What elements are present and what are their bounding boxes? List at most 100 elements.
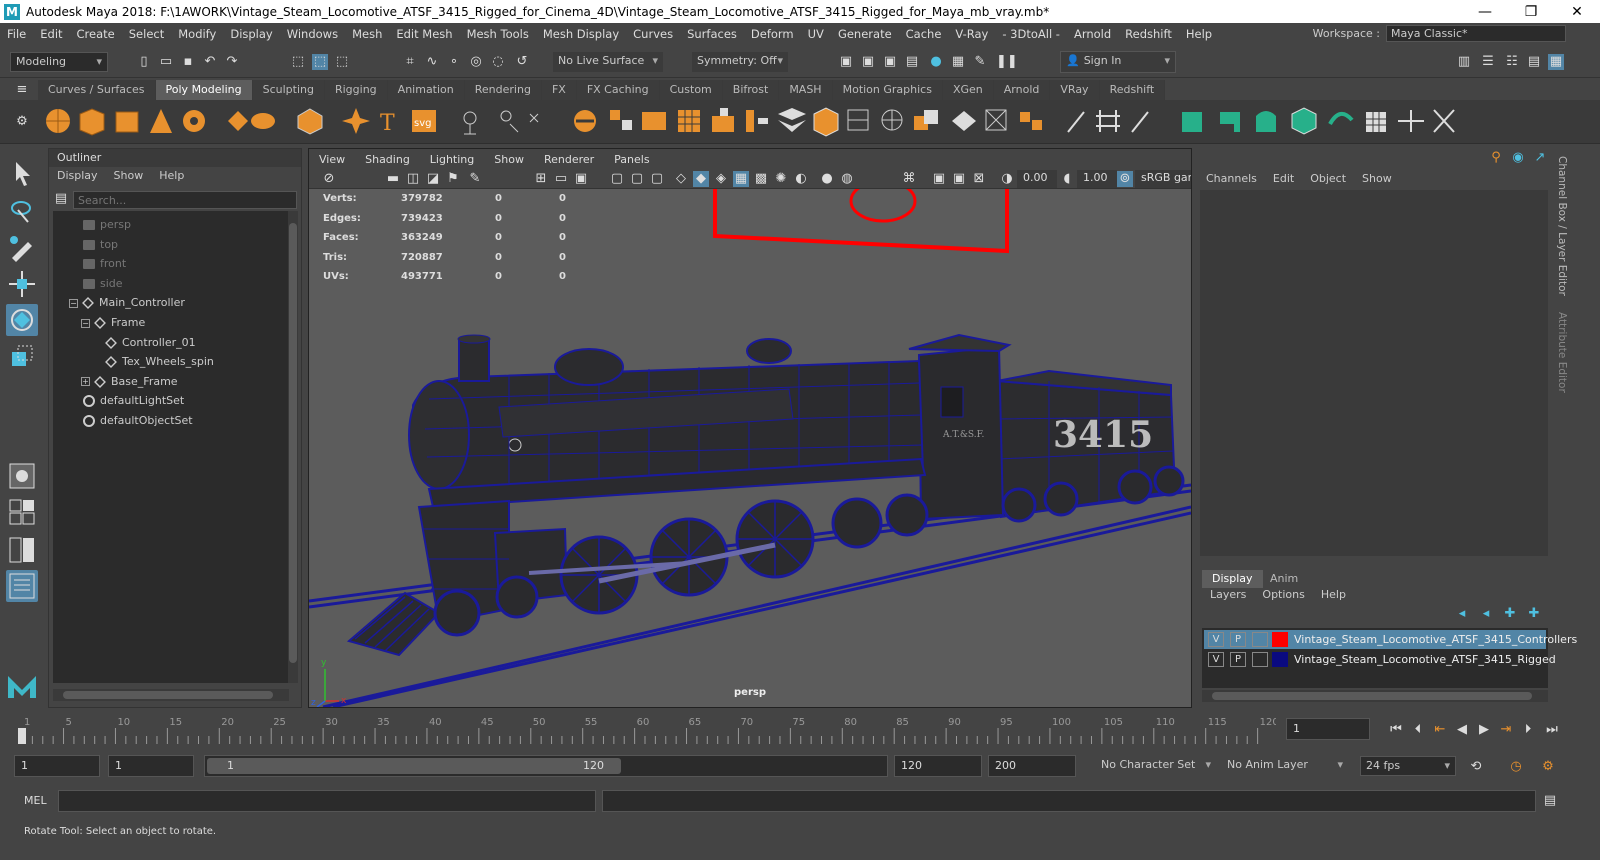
snap-view-icon[interactable]: ◎ <box>468 54 484 70</box>
outliner-item-base-frame[interactable]: + Base_Frame <box>81 372 178 391</box>
render-sequence-icon[interactable]: ▣ <box>860 54 876 70</box>
menu-cache[interactable]: Cache <box>899 27 949 41</box>
menu-edit[interactable]: Edit <box>33 27 69 41</box>
save-scene-icon[interactable]: ▪ <box>180 54 196 70</box>
expand-toggle-icon[interactable]: − <box>69 298 78 308</box>
shadows-icon[interactable]: ● <box>819 171 835 187</box>
gamma-icon[interactable]: ◖ <box>1059 171 1075 187</box>
new-layer-selected-icon[interactable]: ✚ <box>1526 606 1542 622</box>
smooth-shading-icon[interactable]: ◆ <box>693 171 709 187</box>
layer-menu-help[interactable]: Help <box>1321 588 1346 601</box>
menu-windows[interactable]: Windows <box>280 27 345 41</box>
outliner-item-front[interactable]: front <box>83 254 126 273</box>
outliner-vertical-scrollbar[interactable] <box>288 211 298 683</box>
camera-attributes-icon[interactable]: ▬ <box>385 171 401 187</box>
textured-icon[interactable]: ✺ <box>773 171 789 187</box>
step-forward-key-icon[interactable]: ⇥ <box>1498 722 1514 738</box>
shelf-tab-mash[interactable]: MASH <box>779 80 833 100</box>
channel-box-edit-icon[interactable]: ↗ <box>1532 150 1548 166</box>
menu-uv[interactable]: UV <box>801 27 831 41</box>
anim-layer-dropdown[interactable]: No Anim Layer <box>1222 756 1348 776</box>
layer-playback-toggle[interactable]: P <box>1230 632 1246 647</box>
scene-end-field[interactable]: 200 <box>988 755 1076 777</box>
outliner-item-frame[interactable]: − Frame <box>81 313 145 332</box>
side-by-side-layout-icon[interactable] <box>6 534 38 566</box>
scene-start-field[interactable]: 1 <box>14 755 100 777</box>
field-chart-icon[interactable]: ▢ <box>649 171 665 187</box>
layer-row[interactable]: V P Vintage_Steam_Locomotive_ATSF_3415_Con… <box>1204 630 1577 649</box>
channel-box-toggle-icon[interactable]: ▤ <box>1526 54 1542 70</box>
snap-options-icon[interactable]: ↺ <box>514 54 530 70</box>
outliner-item-persp[interactable]: persp <box>83 215 131 234</box>
channel-menu-channels[interactable]: Channels <box>1206 172 1257 185</box>
play-forwards-icon[interactable]: ▶ <box>1476 722 1492 738</box>
render-frame-icon[interactable]: ▣ <box>838 54 854 70</box>
mel-label[interactable]: MEL <box>24 794 47 807</box>
script-editor-icon[interactable]: ▤ <box>1542 793 1558 809</box>
channel-box-key-icon[interactable]: ⚲ <box>1488 150 1504 166</box>
two-d-pan-icon[interactable]: ⚑ <box>445 171 461 187</box>
auto-key-icon[interactable]: ◷ <box>1508 759 1524 775</box>
menu-display[interactable]: Display <box>223 27 279 41</box>
outliner-item-tex-wheels-spin[interactable]: Tex_Wheels_spin <box>105 352 214 371</box>
ipr-render-icon[interactable]: ▣ <box>882 54 898 70</box>
shelf-tab-xgen[interactable]: XGen <box>942 80 994 100</box>
layer-visibility-toggle[interactable]: V <box>1208 632 1224 647</box>
outliner-item-defaultlightset[interactable]: defaultLightSet <box>83 391 184 410</box>
view-transform-field[interactable]: sRGB gamma <box>1135 170 1191 188</box>
menu-generate[interactable]: Generate <box>831 27 899 41</box>
layer-playback-toggle[interactable]: P <box>1230 652 1246 667</box>
shelf-tab-custom[interactable]: Custom <box>659 80 723 100</box>
shelf-tab-vray[interactable]: VRay <box>1050 80 1100 100</box>
grease-pencil-icon[interactable]: ✎ <box>467 171 483 187</box>
isolate-select-icon[interactable]: ⌘ <box>901 171 917 187</box>
outliner-item-controller-01[interactable]: Controller_01 <box>105 333 196 352</box>
four-pane-layout-icon[interactable] <box>6 496 38 528</box>
attribute-editor-icon[interactable]: ☰ <box>1480 54 1496 70</box>
snap-grid-icon[interactable]: ⌗ <box>402 54 418 70</box>
paint-select-tool-icon[interactable] <box>6 232 38 264</box>
outliner-filter-icon[interactable]: ▤ <box>53 191 69 207</box>
playback-end-field[interactable]: 120 <box>894 755 982 777</box>
menu-edit-mesh[interactable]: Edit Mesh <box>389 27 459 41</box>
current-frame-field[interactable]: 1 <box>1286 718 1370 740</box>
render-settings-icon[interactable]: ▤ <box>904 54 920 70</box>
viewport-menu-panels[interactable]: Panels <box>604 153 659 166</box>
select-object-icon[interactable]: ⬚ <box>312 54 328 70</box>
xray-components-icon[interactable]: ⊠ <box>971 171 987 187</box>
layer-menu-options[interactable]: Options <box>1262 588 1304 601</box>
select-component-icon[interactable]: ⬚ <box>334 54 350 70</box>
outliner-menu-help[interactable]: Help <box>159 169 184 182</box>
layer-tab-anim[interactable]: Anim <box>1260 570 1308 588</box>
lasso-tool-icon[interactable] <box>6 196 38 228</box>
playback-start-field[interactable]: 1 <box>108 755 194 777</box>
channel-menu-edit[interactable]: Edit <box>1273 172 1294 185</box>
menu-redshift[interactable]: Redshift <box>1118 27 1179 41</box>
step-forward-frame-icon[interactable]: ⏵ <box>1520 722 1536 738</box>
undo-icon[interactable]: ↶ <box>202 54 218 70</box>
sign-in-button[interactable]: 👤 Sign In <box>1060 51 1176 73</box>
snap-point-icon[interactable]: ∘ <box>446 54 462 70</box>
time-ruler[interactable]: 1 5 10 15 20 25 30 35 40 45 50 55 60 65 70 75 80 85 90 95 10… <box>14 714 1276 744</box>
outliner-menu-show[interactable]: Show <box>114 169 144 182</box>
go-to-end-icon[interactable]: ⏭ <box>1544 722 1560 738</box>
go-to-start-icon[interactable]: ⏮ <box>1388 722 1404 738</box>
outliner-item-defaultobjectset[interactable]: defaultObjectSet <box>83 411 193 430</box>
snap-curve-icon[interactable]: ∿ <box>424 54 440 70</box>
range-slider-handle[interactable] <box>207 758 621 774</box>
outliner-item-main-controller[interactable]: − Main_Controller <box>69 293 185 312</box>
new-scene-icon[interactable]: ▯ <box>136 54 152 70</box>
range-slider-track[interactable]: 1 120 <box>204 755 888 777</box>
viewport-menu-lighting[interactable]: Lighting <box>420 153 484 166</box>
shelf-tab-rendering[interactable]: Rendering <box>464 80 542 100</box>
viewport-menu-view[interactable]: View <box>309 153 355 166</box>
channel-box-area[interactable] <box>1200 190 1548 556</box>
outliner-item-top[interactable]: top <box>83 235 118 254</box>
single-pane-layout-icon[interactable] <box>6 460 38 492</box>
menu-create[interactable]: Create <box>70 27 122 41</box>
exposure-icon[interactable]: ◑ <box>999 171 1015 187</box>
playhead[interactable] <box>18 728 26 744</box>
menu-set-dropdown[interactable]: Modeling <box>10 52 108 72</box>
menu-select[interactable]: Select <box>122 27 171 41</box>
menu-curves[interactable]: Curves <box>626 27 680 41</box>
